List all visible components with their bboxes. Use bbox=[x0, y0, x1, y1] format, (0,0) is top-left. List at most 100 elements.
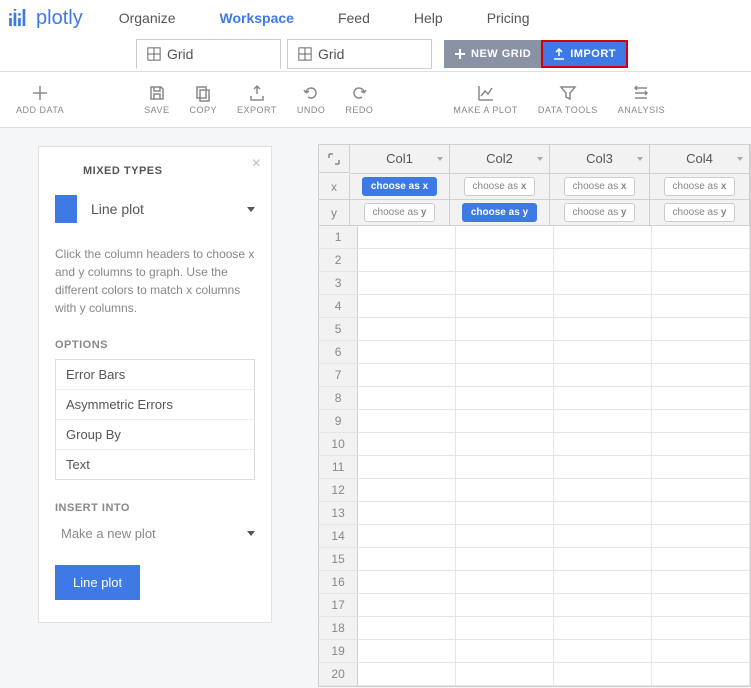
grid-cell[interactable] bbox=[358, 617, 456, 640]
row-header[interactable]: 14 bbox=[319, 525, 358, 548]
grid-cell[interactable] bbox=[554, 272, 652, 295]
column-header[interactable]: Col3 bbox=[550, 145, 650, 174]
data-tools-tool[interactable]: DATA TOOLS bbox=[538, 84, 598, 115]
grid-cell[interactable] bbox=[652, 479, 750, 502]
column-header[interactable]: Col1 bbox=[350, 145, 450, 174]
grid-corner[interactable] bbox=[319, 145, 350, 173]
grid-cell[interactable] bbox=[652, 272, 750, 295]
grid-cell[interactable] bbox=[652, 571, 750, 594]
row-header[interactable]: 3 bbox=[319, 272, 358, 295]
grid-cell[interactable] bbox=[456, 640, 554, 663]
row-header[interactable]: 8 bbox=[319, 387, 358, 410]
row-header[interactable]: 20 bbox=[319, 663, 358, 686]
row-header[interactable]: 6 bbox=[319, 341, 358, 364]
grid-cell[interactable] bbox=[358, 663, 456, 686]
insert-into-select[interactable]: Make a new plot bbox=[55, 522, 255, 545]
option-error-bars[interactable]: Error Bars bbox=[56, 360, 254, 390]
grid-cell[interactable] bbox=[358, 318, 456, 341]
grid-cell[interactable] bbox=[554, 525, 652, 548]
choose-y-pill[interactable]: choose as y bbox=[364, 203, 436, 222]
grid-cell[interactable] bbox=[554, 640, 652, 663]
grid-cell[interactable] bbox=[554, 617, 652, 640]
grid-cell[interactable] bbox=[456, 433, 554, 456]
grid-cell[interactable] bbox=[358, 341, 456, 364]
grid-cell[interactable] bbox=[554, 295, 652, 318]
grid-cell[interactable] bbox=[554, 318, 652, 341]
line-plot-button[interactable]: Line plot bbox=[55, 565, 140, 600]
grid-cell[interactable] bbox=[456, 663, 554, 686]
row-header[interactable]: 17 bbox=[319, 594, 358, 617]
save-tool[interactable]: SAVE bbox=[144, 84, 169, 115]
row-header[interactable]: 9 bbox=[319, 410, 358, 433]
grid-cell[interactable] bbox=[554, 433, 652, 456]
grid-cell[interactable] bbox=[554, 548, 652, 571]
grid-cell[interactable] bbox=[358, 456, 456, 479]
grid-cell[interactable] bbox=[456, 525, 554, 548]
option-asymmetric-errors[interactable]: Asymmetric Errors bbox=[56, 390, 254, 420]
grid-cell[interactable] bbox=[554, 479, 652, 502]
grid-cell[interactable] bbox=[554, 663, 652, 686]
choose-x-pill[interactable]: choose as x bbox=[664, 177, 736, 196]
grid-cell[interactable] bbox=[358, 295, 456, 318]
grid-cell[interactable] bbox=[652, 295, 750, 318]
grid-cell[interactable] bbox=[358, 548, 456, 571]
redo-tool[interactable]: REDO bbox=[345, 84, 373, 115]
analysis-tool[interactable]: ANALYSIS bbox=[618, 84, 665, 115]
row-header[interactable]: 7 bbox=[319, 364, 358, 387]
row-header[interactable]: 4 bbox=[319, 295, 358, 318]
grid-cell[interactable] bbox=[554, 594, 652, 617]
grid-cell[interactable] bbox=[652, 249, 750, 272]
grid-cell[interactable] bbox=[456, 295, 554, 318]
row-header[interactable]: 11 bbox=[319, 456, 358, 479]
grid-cell[interactable] bbox=[554, 456, 652, 479]
grid-cell[interactable] bbox=[652, 410, 750, 433]
grid-cell[interactable] bbox=[554, 249, 652, 272]
grid-cell[interactable] bbox=[652, 617, 750, 640]
grid-cell[interactable] bbox=[652, 502, 750, 525]
export-tool[interactable]: EXPORT bbox=[237, 84, 277, 115]
tab-grid-2[interactable]: Grid bbox=[287, 39, 432, 69]
grid-cell[interactable] bbox=[358, 479, 456, 502]
row-header[interactable]: 12 bbox=[319, 479, 358, 502]
new-grid-button[interactable]: NEW GRID bbox=[444, 40, 541, 68]
row-header[interactable]: 15 bbox=[319, 548, 358, 571]
grid-cell[interactable] bbox=[554, 226, 652, 249]
grid-cell[interactable] bbox=[652, 594, 750, 617]
grid-cell[interactable] bbox=[456, 617, 554, 640]
grid-cell[interactable] bbox=[358, 387, 456, 410]
grid-cell[interactable] bbox=[358, 410, 456, 433]
grid-cell[interactable] bbox=[358, 594, 456, 617]
make-plot-tool[interactable]: MAKE A PLOT bbox=[453, 84, 518, 115]
grid-cell[interactable] bbox=[358, 525, 456, 548]
row-header[interactable]: 18 bbox=[319, 617, 358, 640]
choose-y-pill[interactable]: choose as y bbox=[564, 203, 636, 222]
grid-cell[interactable] bbox=[456, 364, 554, 387]
grid-cell[interactable] bbox=[554, 387, 652, 410]
plot-type-select[interactable]: Line plot bbox=[55, 195, 255, 223]
option-group-by[interactable]: Group By bbox=[56, 420, 254, 450]
column-header[interactable]: Col4 bbox=[650, 145, 750, 174]
copy-tool[interactable]: COPY bbox=[190, 84, 218, 115]
grid-cell[interactable] bbox=[456, 341, 554, 364]
grid-cell[interactable] bbox=[554, 571, 652, 594]
grid-cell[interactable] bbox=[456, 226, 554, 249]
grid-cell[interactable] bbox=[358, 272, 456, 295]
grid-cell[interactable] bbox=[456, 272, 554, 295]
row-header[interactable]: 1 bbox=[319, 226, 358, 249]
choose-x-pill[interactable]: choose as x bbox=[464, 177, 536, 196]
grid-cell[interactable] bbox=[652, 433, 750, 456]
grid-cell[interactable] bbox=[652, 318, 750, 341]
grid-cell[interactable] bbox=[358, 364, 456, 387]
grid-cell[interactable] bbox=[358, 433, 456, 456]
nav-workspace[interactable]: Workspace bbox=[220, 10, 294, 26]
grid-cell[interactable] bbox=[456, 387, 554, 410]
choose-x-pill[interactable]: choose as x bbox=[564, 177, 636, 196]
choose-y-pill[interactable]: choose as y bbox=[462, 203, 537, 222]
grid-cell[interactable] bbox=[652, 663, 750, 686]
grid-cell[interactable] bbox=[358, 226, 456, 249]
grid-cell[interactable] bbox=[652, 387, 750, 410]
grid-cell[interactable] bbox=[456, 502, 554, 525]
grid-cell[interactable] bbox=[554, 502, 652, 525]
row-header[interactable]: 19 bbox=[319, 640, 358, 663]
grid-cell[interactable] bbox=[358, 502, 456, 525]
